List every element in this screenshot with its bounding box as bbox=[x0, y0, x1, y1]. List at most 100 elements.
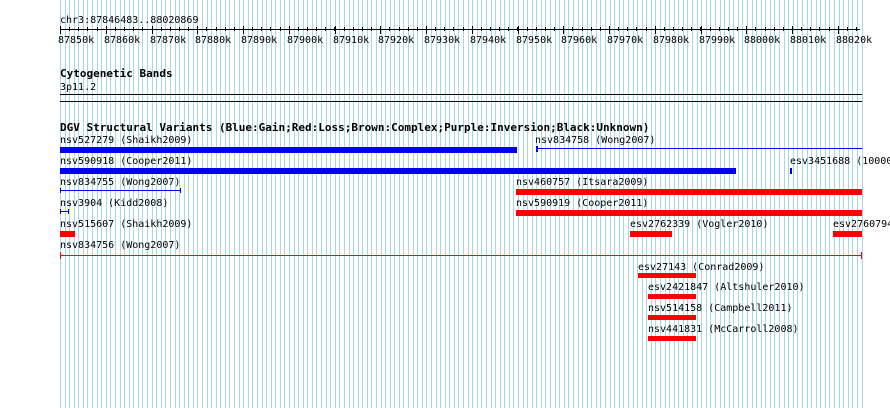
feature-label-nsv460757[interactable]: nsv460757 (Itsara2009) bbox=[516, 177, 648, 188]
feature-bar-esv2421847[interactable] bbox=[648, 294, 696, 299]
ruler-minor-tick bbox=[152, 27, 153, 31]
ruler-tick bbox=[335, 26, 336, 34]
ruler-minor-tick bbox=[78, 27, 79, 31]
feature-bar-esv2760794[interactable] bbox=[833, 231, 862, 237]
feature-label-nsv834756[interactable]: nsv834756 (Wong2007) bbox=[60, 240, 180, 251]
feature-bar-esv2762339[interactable] bbox=[630, 231, 672, 237]
ruler-minor-tick bbox=[700, 27, 701, 31]
feature-bar-nsv590919[interactable] bbox=[516, 210, 862, 216]
feature-bar-nsv590918[interactable] bbox=[60, 168, 736, 174]
ruler-line bbox=[60, 29, 860, 30]
ruler-minor-tick bbox=[216, 27, 217, 31]
ruler-minor-tick bbox=[435, 27, 436, 31]
ruler-minor-tick bbox=[554, 27, 555, 31]
ruler-minor-tick bbox=[856, 27, 857, 31]
ruler-minor-tick bbox=[810, 27, 811, 31]
feature-bar-nsv441831[interactable] bbox=[648, 336, 696, 341]
ruler-tick-label: 88010k bbox=[790, 35, 827, 46]
ruler-minor-tick bbox=[490, 27, 491, 31]
ruler-minor-tick bbox=[655, 27, 656, 31]
ruler-minor-tick bbox=[481, 27, 482, 31]
ruler-minor-tick bbox=[280, 27, 281, 31]
feature-bar-nsv527279[interactable] bbox=[60, 147, 517, 153]
cytoband-track-title[interactable]: Cytogenetic Bands bbox=[60, 68, 173, 80]
ruler-minor-tick bbox=[87, 27, 88, 31]
ruler-minor-tick bbox=[517, 27, 518, 31]
region-label: chr3:87846483..88020869 bbox=[60, 15, 199, 26]
ruler-minor-tick bbox=[243, 27, 244, 31]
ruler-minor-tick bbox=[453, 27, 454, 31]
ruler-minor-tick bbox=[261, 27, 262, 31]
ruler-minor-tick bbox=[536, 27, 537, 31]
feature-label-nsv514158[interactable]: nsv514158 (Campbell2011) bbox=[648, 303, 793, 314]
ruler-minor-tick bbox=[527, 27, 528, 31]
feature-bar-nsv460757[interactable] bbox=[516, 189, 862, 195]
feature-label-esv2762339[interactable]: esv2762339 (Vogler2010) bbox=[630, 219, 768, 230]
feature-bar-esv27143[interactable] bbox=[638, 273, 696, 278]
ruler-minor-tick bbox=[124, 27, 125, 31]
ruler-minor-tick bbox=[636, 27, 637, 31]
feature-label-nsv441831[interactable]: nsv441831 (McCarroll2008) bbox=[648, 324, 799, 335]
feature-label-nsv3904[interactable]: nsv3904 (Kidd2008) bbox=[60, 198, 168, 209]
feature-label-esv3451688[interactable]: esv3451688 (10000 bbox=[790, 156, 890, 167]
feature-label-nsv590919[interactable]: nsv590919 (Cooper2011) bbox=[516, 198, 648, 209]
ruler-minor-tick bbox=[719, 27, 720, 31]
ruler-minor-tick bbox=[472, 27, 473, 31]
feature-label-esv2421847[interactable]: esv2421847 (Altshuler2010) bbox=[648, 282, 805, 293]
feature-bar-nsv834755[interactable] bbox=[60, 190, 181, 191]
cytoband-label: 3p11.2 bbox=[60, 82, 97, 93]
ruler-minor-tick bbox=[691, 27, 692, 31]
ruler-minor-tick bbox=[115, 27, 116, 31]
feature-label-esv27143[interactable]: esv27143 (Conrad2009) bbox=[638, 262, 764, 273]
feature-bar-nsv834756[interactable] bbox=[60, 255, 862, 256]
feature-bar-esv3451688[interactable] bbox=[790, 168, 792, 174]
ruler-minor-tick bbox=[197, 27, 198, 31]
feature-bar-nsv834758[interactable] bbox=[536, 148, 862, 149]
ruler-tick-label: 87930k bbox=[424, 35, 461, 46]
dgv-track-title[interactable]: DGV Structural Variants (Blue:Gain;Red:L… bbox=[60, 122, 649, 134]
ruler-minor-tick bbox=[627, 27, 628, 31]
ruler-minor-tick bbox=[463, 27, 464, 31]
ruler-tick-label: 87900k bbox=[287, 35, 324, 46]
ruler-minor-tick bbox=[69, 27, 70, 31]
feature-label-nsv527279[interactable]: nsv527279 (Shaikh2009) bbox=[60, 135, 192, 146]
ruler-tick bbox=[518, 26, 519, 34]
ruler-minor-tick bbox=[344, 27, 345, 31]
ruler-tick bbox=[701, 26, 702, 34]
ruler-minor-tick bbox=[289, 27, 290, 31]
ruler-minor-tick bbox=[325, 27, 326, 31]
ruler-minor-tick bbox=[417, 27, 418, 31]
ruler-minor-tick bbox=[234, 27, 235, 31]
ruler-minor-tick bbox=[334, 27, 335, 31]
ruler-tick-label: 87940k bbox=[470, 35, 507, 46]
ruler-minor-tick bbox=[618, 27, 619, 31]
ruler-minor-tick bbox=[664, 27, 665, 31]
ruler-minor-tick bbox=[783, 27, 784, 31]
genome-browser-panel: chr3:87846483..88020869 87850k 87860k 8787… bbox=[0, 0, 890, 408]
feature-bar-nsv514158[interactable] bbox=[648, 315, 696, 320]
feature-bar-nsv515607[interactable] bbox=[60, 231, 75, 237]
feature-label-nsv834755[interactable]: nsv834755 (Wong2007) bbox=[60, 177, 180, 188]
ruler-tick-label: 87910k bbox=[333, 35, 370, 46]
ruler-minor-tick bbox=[673, 27, 674, 31]
ruler-minor-tick bbox=[508, 27, 509, 31]
feature-label-nsv515607[interactable]: nsv515607 (Shaikh2009) bbox=[60, 219, 192, 230]
ruler-tick-label: 87890k bbox=[241, 35, 278, 46]
ruler-minor-tick bbox=[774, 27, 775, 31]
ruler-minor-tick bbox=[499, 27, 500, 31]
ruler-minor-tick bbox=[179, 27, 180, 31]
ruler-tick-label: 87990k bbox=[699, 35, 736, 46]
ruler-tick-label: 88000k bbox=[744, 35, 781, 46]
ruler-minor-tick bbox=[591, 27, 592, 31]
ruler-minor-tick bbox=[728, 27, 729, 31]
feature-label-nsv834758[interactable]: nsv834758 (Wong2007) bbox=[535, 135, 655, 146]
ruler-minor-tick bbox=[600, 27, 601, 31]
ruler-tick-label: 87870k bbox=[150, 35, 187, 46]
ruler-minor-tick bbox=[710, 27, 711, 31]
ruler-minor-tick bbox=[133, 27, 134, 31]
ruler-minor-tick bbox=[838, 27, 839, 31]
ruler-tick-label: 87920k bbox=[378, 35, 415, 46]
feature-label-nsv590918[interactable]: nsv590918 (Cooper2011) bbox=[60, 156, 192, 167]
feature-label-esv2760794[interactable]: esv2760794 bbox=[833, 219, 890, 230]
feature-bar-nsv834756-end bbox=[861, 252, 862, 259]
